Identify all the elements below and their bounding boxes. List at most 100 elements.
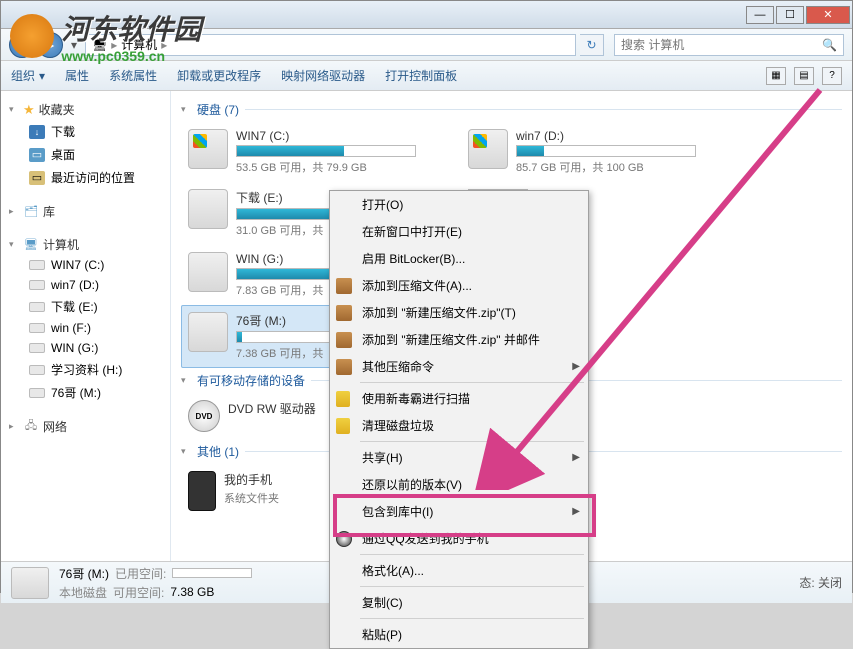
submenu-arrow-icon: ▶ — [572, 452, 580, 463]
maximize-button[interactable]: ☐ — [776, 6, 804, 24]
sidebar-item-drive-e[interactable]: 下载 (E:) — [5, 295, 166, 318]
collapse-icon: ▸ — [9, 421, 19, 432]
sidebar-item-downloads[interactable]: ↓下载 — [5, 120, 166, 143]
control-panel-button[interactable]: 打开控制面板 — [385, 67, 457, 84]
sidebar-libraries-header[interactable]: ▸ 🗂 库 — [5, 201, 166, 222]
computer-icon: 🖥 — [23, 238, 39, 252]
collapse-icon: ▸ — [9, 206, 19, 217]
drive-icon — [29, 260, 45, 270]
menu-item[interactable]: 粘贴(P) — [330, 621, 588, 648]
nav-back-button[interactable]: ◄ — [9, 32, 35, 58]
qq-icon — [336, 531, 352, 547]
system-properties-button[interactable]: 系统属性 — [109, 67, 157, 84]
recent-icon: ▭ — [29, 171, 45, 185]
sidebar-network-header[interactable]: ▸ 🖧 网络 — [5, 416, 166, 437]
dvd-icon: DVD — [188, 400, 220, 432]
network-icon: 🖧 — [23, 420, 39, 434]
sidebar-item-drive-m[interactable]: 76哥 (M:) — [5, 381, 166, 404]
menu-item[interactable]: 包含到库中(I) ▶ — [330, 498, 588, 525]
arc-icon — [336, 332, 352, 348]
usage-bar — [516, 145, 696, 157]
status-extra: 态: 关闭 — [799, 574, 842, 591]
menu-item-label: 复制(C) — [362, 594, 403, 611]
sidebar-favorites-header[interactable]: ▾ ★ 收藏夹 — [5, 99, 166, 120]
breadcrumb-sep: ▸ — [111, 38, 117, 52]
menu-item[interactable]: 复制(C) — [330, 589, 588, 616]
menu-item[interactable]: 打开(O) — [330, 191, 588, 218]
status-usage-bar — [172, 568, 252, 578]
download-icon: ↓ — [29, 125, 45, 139]
sidebar-item-drive-g[interactable]: WIN (G:) — [5, 338, 166, 358]
organize-menu[interactable]: 组织▾ — [11, 67, 45, 84]
sidebar-item-drive-h[interactable]: 学习资料 (H:) — [5, 358, 166, 381]
menu-item-label: 还原以前的版本(V) — [362, 476, 462, 493]
menu-item[interactable]: 其他压缩命令 ▶ — [330, 353, 588, 380]
search-input[interactable] — [621, 38, 822, 52]
menu-item-label: 清理磁盘垃圾 — [362, 417, 434, 434]
drive-icon — [188, 129, 228, 169]
menu-item-label: 打开(O) — [362, 196, 403, 213]
collapse-icon: ▾ — [9, 104, 19, 115]
help-button[interactable]: ? — [822, 67, 842, 85]
view-mode-button[interactable]: ▦ — [766, 67, 786, 85]
drive-d[interactable]: win7 (D:) 85.7 GB 可用，共 100 GB — [461, 122, 741, 182]
search-box[interactable]: 🔍 — [614, 34, 844, 56]
menu-item[interactable]: 还原以前的版本(V) — [330, 471, 588, 498]
drive-icon — [468, 129, 508, 169]
drive-label: win7 (D:) — [516, 129, 734, 143]
menu-item[interactable]: 共享(H)▶ — [330, 444, 588, 471]
search-icon[interactable]: 🔍 — [822, 38, 837, 52]
sidebar-item-drive-f[interactable]: win (F:) — [5, 318, 166, 338]
sidebar-item-drive-c[interactable]: WIN7 (C:) — [5, 255, 166, 275]
address-bar[interactable]: 🖥 ▸ 计算机 ▸ — [85, 34, 576, 56]
drive-icon — [188, 189, 228, 229]
nav-history-dropdown[interactable]: ▾ — [67, 35, 81, 55]
group-header-hdd[interactable]: ▾ 硬盘 (7) — [181, 97, 842, 122]
status-drive-icon — [11, 567, 49, 599]
minimize-button[interactable]: — — [746, 6, 774, 24]
arc-icon — [336, 278, 352, 294]
collapse-icon: ▾ — [181, 375, 191, 386]
preview-pane-button[interactable]: ▤ — [794, 67, 814, 85]
refresh-button[interactable]: ↻ — [580, 34, 604, 56]
sidebar-item-drive-d[interactable]: win7 (D:) — [5, 275, 166, 295]
submenu-arrow-icon: ▶ — [572, 506, 580, 517]
drive-icon — [29, 388, 45, 398]
map-drive-button[interactable]: 映射网络驱动器 — [281, 67, 365, 84]
menu-item[interactable]: 添加到 "新建压缩文件.zip" 并邮件 — [330, 326, 588, 353]
submenu-arrow-icon: ▶ — [572, 361, 580, 372]
menu-item-label: 添加到压缩文件(A)... — [362, 277, 472, 294]
sidebar-item-desktop[interactable]: ▭桌面 — [5, 143, 166, 166]
navbar: ◄ ► ▾ 🖥 ▸ 计算机 ▸ ↻ 🔍 — [1, 29, 852, 61]
menu-separator — [360, 618, 584, 619]
breadcrumb-computer[interactable]: 计算机 — [121, 36, 157, 53]
drive-icon — [29, 302, 45, 312]
menu-item[interactable]: 清理磁盘垃圾 — [330, 412, 588, 439]
menu-item-label: 包含到库中(I) — [362, 503, 433, 520]
sidebar-item-recent[interactable]: ▭最近访问的位置 — [5, 166, 166, 189]
menu-separator — [360, 554, 584, 555]
menu-item-label: 其他压缩命令 — [362, 358, 434, 375]
titlebar: — ☐ ✕ — [1, 1, 852, 29]
menu-item[interactable]: 添加到压缩文件(A)... — [330, 272, 588, 299]
menu-item[interactable]: 格式化(A)... — [330, 557, 588, 584]
drive-c[interactable]: WIN7 (C:) 53.5 GB 可用，共 79.9 GB — [181, 122, 461, 182]
menu-item[interactable]: 添加到 "新建压缩文件.zip"(T) — [330, 299, 588, 326]
shield-icon — [336, 418, 350, 434]
menu-item-label: 通过QQ发送到我的手机 — [362, 530, 489, 547]
menu-item[interactable]: 启用 BitLocker(B)... — [330, 245, 588, 272]
menu-item[interactable]: 在新窗口中打开(E) — [330, 218, 588, 245]
phone-icon — [188, 471, 216, 511]
menu-item-label: 添加到 "新建压缩文件.zip"(T) — [362, 304, 516, 321]
menu-item[interactable]: 使用新毒霸进行扫描 — [330, 385, 588, 412]
status-type: 本地磁盘 — [59, 584, 107, 601]
uninstall-button[interactable]: 卸载或更改程序 — [177, 67, 261, 84]
nav-forward-button[interactable]: ► — [37, 32, 63, 58]
drive-icon — [29, 343, 45, 353]
close-button[interactable]: ✕ — [806, 6, 850, 24]
drive-usage-text: 85.7 GB 可用，共 100 GB — [516, 159, 734, 175]
drive-usage-text: 53.5 GB 可用，共 79.9 GB — [236, 159, 454, 175]
properties-button[interactable]: 属性 — [65, 67, 89, 84]
menu-item[interactable]: 通过QQ发送到我的手机 — [330, 525, 588, 552]
sidebar-computer-header[interactable]: ▾ 🖥 计算机 — [5, 234, 166, 255]
